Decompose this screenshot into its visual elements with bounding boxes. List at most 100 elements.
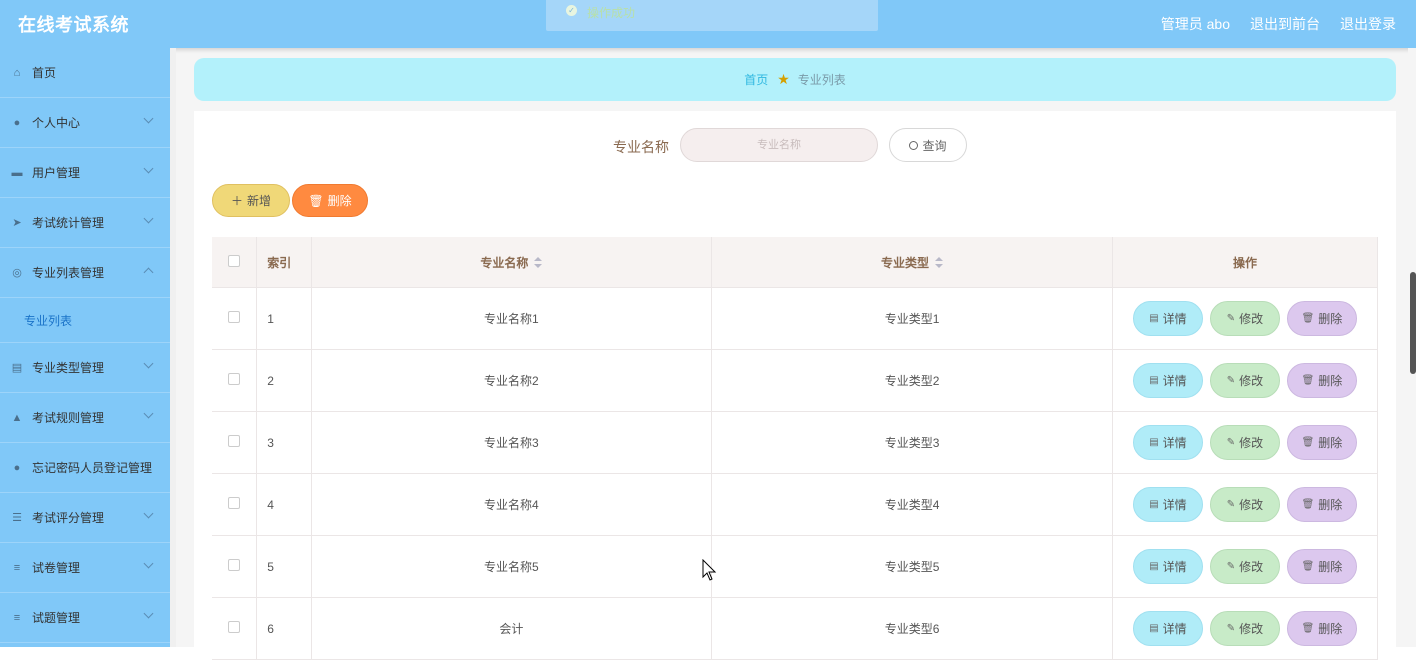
sidebar-item-label: 用户管理 bbox=[32, 166, 81, 180]
row-actions: ▤ 详情 ✎ 修改 🗑 删除 bbox=[1112, 597, 1379, 660]
sort-icon[interactable] bbox=[935, 257, 944, 269]
document-icon: ▤ bbox=[1149, 437, 1159, 448]
sidebar-item-question-management[interactable]: ≡ 试题管理 bbox=[0, 593, 170, 643]
edit-button[interactable]: ✎ 修改 bbox=[1209, 363, 1280, 398]
delete-button[interactable]: 🗑 删除 bbox=[1286, 363, 1357, 398]
breadcrumb-home-link[interactable]: 首页 bbox=[744, 71, 768, 88]
chevron-down-icon bbox=[143, 408, 154, 419]
row-action-group: ▤ 详情 ✎ 修改 🗑 删除 bbox=[1114, 301, 1376, 336]
document-icon: ▤ bbox=[1149, 561, 1159, 572]
sidebar: ⌂ 首页 ● 个人中心 ▬ 用户管理 ➤ 考试统计管理 ◎ 专业列表管理 专业列… bbox=[0, 48, 170, 647]
detail-button[interactable]: ▤ 详情 bbox=[1132, 301, 1203, 336]
row-type: 专业类型2 bbox=[711, 349, 1113, 412]
header-user-nav: 管理员 abo 退出到前台 退出登录 bbox=[1161, 14, 1396, 34]
row-checkbox[interactable] bbox=[228, 559, 241, 571]
plus-icon: ＋ bbox=[230, 194, 243, 208]
row-action-group: ▤ 详情 ✎ 修改 🗑 删除 bbox=[1114, 487, 1376, 522]
sidebar-item-paper-management[interactable]: ≡ 试卷管理 bbox=[0, 543, 170, 593]
edit-button-label: 修改 bbox=[1239, 436, 1264, 450]
add-button[interactable]: ＋ 新增 bbox=[212, 184, 290, 217]
chevron-down-icon bbox=[143, 508, 154, 519]
search-button[interactable]: 查询 bbox=[889, 128, 967, 162]
exit-to-front-link[interactable]: 退出到前台 bbox=[1250, 14, 1320, 34]
trash-icon: 🗑 bbox=[1301, 313, 1315, 324]
sidebar-item-exam-stats[interactable]: ➤ 考试统计管理 bbox=[0, 198, 170, 248]
breadcrumb-current: 专业列表 bbox=[797, 73, 846, 87]
row-checkbox[interactable] bbox=[228, 435, 241, 447]
sidebar-item-major-list[interactable]: ◎ 专业列表管理 bbox=[0, 248, 170, 298]
trash-icon: 🗑 bbox=[1301, 499, 1315, 510]
row-actions: ▤ 详情 ✎ 修改 🗑 删除 bbox=[1112, 411, 1379, 474]
sidebar-item-major-type[interactable]: ▤ 专业类型管理 bbox=[0, 343, 170, 393]
header-type[interactable]: 专业类型 bbox=[711, 237, 1113, 288]
edit-button[interactable]: ✎ 修改 bbox=[1209, 487, 1280, 522]
detail-button-label: 详情 bbox=[1162, 560, 1187, 574]
trash-icon: 🗑 bbox=[1301, 561, 1315, 572]
edit-button[interactable]: ✎ 修改 bbox=[1209, 611, 1280, 646]
search-button-label: 查询 bbox=[922, 138, 947, 153]
delete-row-button-label: 删除 bbox=[1318, 436, 1343, 450]
sidebar-item-exam-rules[interactable]: ▲ 考试规则管理 bbox=[0, 393, 170, 443]
trash-icon: 🗑 bbox=[1301, 375, 1315, 386]
row-action-group: ▤ 详情 ✎ 修改 🗑 删除 bbox=[1114, 549, 1376, 584]
sidebar-item-label: 试卷管理 bbox=[32, 561, 81, 575]
delete-row-button-label: 删除 bbox=[1318, 622, 1343, 636]
page-scrollbar-thumb[interactable] bbox=[1410, 272, 1416, 374]
delete-button[interactable]: 🗑 删除 bbox=[1286, 549, 1357, 584]
edit-icon: ✎ bbox=[1226, 313, 1236, 324]
delete-button[interactable]: 🗑 删除 bbox=[1286, 425, 1357, 460]
sidebar-item-label: 考试评分管理 bbox=[32, 511, 105, 525]
chevron-up-icon bbox=[143, 267, 154, 278]
sidebar-subitem-major-list[interactable]: 专业列表 bbox=[0, 298, 170, 343]
row-select-cell bbox=[212, 287, 258, 350]
add-button-label: 新增 bbox=[247, 194, 272, 208]
sidebar-item-label: 试题管理 bbox=[32, 611, 81, 625]
detail-button[interactable]: ▤ 详情 bbox=[1132, 425, 1203, 460]
table-row: 1 专业名称1 专业类型1 ▤ 详情 ✎ 修改 🗑 删除 bbox=[212, 287, 1379, 350]
batch-delete-button[interactable]: 🗑 删除 bbox=[292, 184, 368, 217]
thumb-icon: ▲ bbox=[11, 411, 23, 424]
row-type: 专业类型5 bbox=[711, 535, 1113, 598]
row-name: 专业名称4 bbox=[311, 473, 713, 536]
detail-button[interactable]: ▤ 详情 bbox=[1132, 549, 1203, 584]
row-checkbox[interactable] bbox=[228, 497, 241, 509]
sidebar-item-label: 首页 bbox=[32, 66, 57, 80]
sidebar-item-label: 专业类型管理 bbox=[32, 361, 105, 375]
edit-icon: ✎ bbox=[1226, 499, 1236, 510]
row-index: 4 bbox=[256, 473, 312, 536]
row-checkbox[interactable] bbox=[228, 311, 241, 323]
sort-icon[interactable] bbox=[534, 257, 543, 269]
row-checkbox[interactable] bbox=[228, 621, 241, 633]
edit-button[interactable]: ✎ 修改 bbox=[1209, 301, 1280, 336]
sidebar-item-exam-grading[interactable]: ☰ 考试评分管理 bbox=[0, 493, 170, 543]
delete-button[interactable]: 🗑 删除 bbox=[1286, 487, 1357, 522]
header-name[interactable]: 专业名称 bbox=[311, 237, 713, 288]
chevron-down-icon bbox=[143, 558, 154, 569]
sidebar-item-user-management[interactable]: ▬ 用户管理 bbox=[0, 148, 170, 198]
edit-button[interactable]: ✎ 修改 bbox=[1209, 549, 1280, 584]
document-icon: ▤ bbox=[1149, 499, 1159, 510]
row-checkbox[interactable] bbox=[228, 373, 241, 385]
row-actions: ▤ 详情 ✎ 修改 🗑 删除 bbox=[1112, 349, 1379, 412]
row-type: 专业类型1 bbox=[711, 287, 1113, 350]
detail-button[interactable]: ▤ 详情 bbox=[1132, 611, 1203, 646]
send-icon: ➤ bbox=[12, 216, 22, 229]
major-table: 索引 专业名称 专业类型 操作 1 专业名称1 专业类型1 ▤ 详情 ✎ 修改 … bbox=[212, 237, 1379, 660]
sidebar-item-home[interactable]: ⌂ 首页 bbox=[0, 48, 170, 98]
logout-link[interactable]: 退出登录 bbox=[1340, 14, 1396, 34]
select-all-checkbox[interactable] bbox=[228, 254, 241, 267]
sidebar-item-personal-center[interactable]: ● 个人中心 bbox=[0, 98, 170, 148]
delete-button[interactable]: 🗑 删除 bbox=[1286, 611, 1357, 646]
success-toast: ✓ 操作成功 bbox=[546, 0, 878, 31]
detail-button[interactable]: ▤ 详情 bbox=[1132, 487, 1203, 522]
detail-button-label: 详情 bbox=[1162, 312, 1187, 326]
row-name: 专业名称1 bbox=[311, 287, 713, 350]
delete-button[interactable]: 🗑 删除 bbox=[1286, 301, 1357, 336]
sidebar-item-forgot-password[interactable]: ● 忘记密码人员登记管理 bbox=[0, 443, 170, 493]
table-row: 2 专业名称2 专业类型2 ▤ 详情 ✎ 修改 🗑 删除 bbox=[212, 349, 1379, 412]
edit-button[interactable]: ✎ 修改 bbox=[1209, 425, 1280, 460]
detail-button[interactable]: ▤ 详情 bbox=[1132, 363, 1203, 398]
search-input[interactable] bbox=[680, 128, 878, 162]
app-title: 在线考试系统 bbox=[18, 15, 129, 36]
sidebar-scrollbar[interactable] bbox=[170, 48, 176, 647]
